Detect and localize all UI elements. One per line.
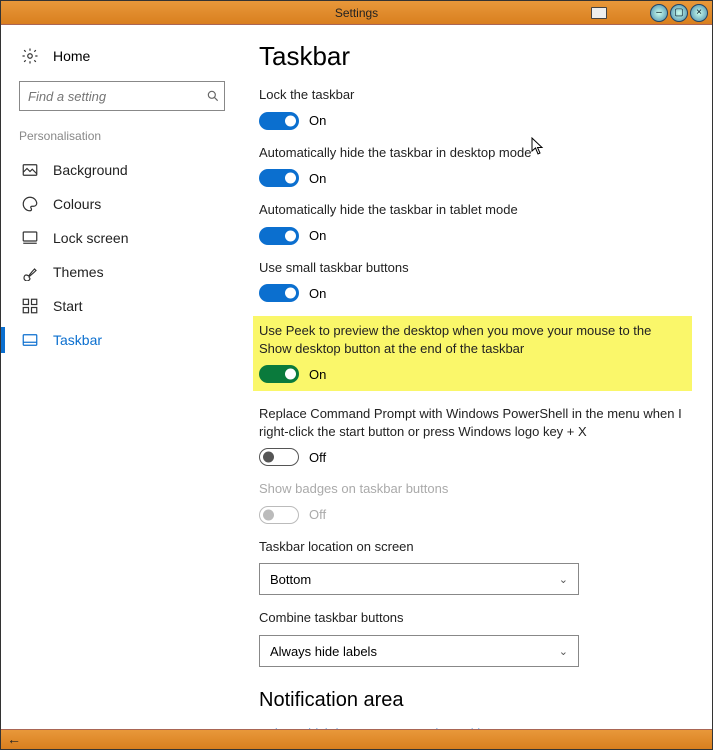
bottom-window-border: ←	[1, 729, 712, 749]
taskbar-icon	[21, 331, 39, 349]
setting-autohide-tablet: Automatically hide the taskbar in tablet…	[259, 201, 686, 245]
setting-label: Automatically hide the taskbar in deskto…	[259, 144, 686, 162]
toggle-state: Off	[309, 507, 326, 522]
title-bar: Settings – ▢ ×	[1, 1, 712, 25]
setting-label: Use Peek to preview the desktop when you…	[259, 322, 686, 357]
grid-icon	[21, 297, 39, 315]
setting-badges: Show badges on taskbar buttons Off	[259, 480, 686, 524]
sidebar-item-label: Lock screen	[53, 230, 128, 246]
back-arrow-icon[interactable]: ←	[7, 731, 21, 747]
picture-icon	[21, 161, 39, 179]
setting-lock-taskbar: Lock the taskbar On	[259, 86, 686, 130]
setting-label: Taskbar location on screen	[259, 538, 686, 556]
brush-icon	[21, 263, 39, 281]
toggle-state: On	[309, 367, 326, 382]
toggle-autohide-desktop[interactable]	[259, 169, 299, 187]
sidebar-item-label: Colours	[53, 196, 101, 212]
setting-combine: Combine taskbar buttons Always hide labe…	[259, 609, 686, 667]
setting-label: Use small taskbar buttons	[259, 259, 686, 277]
notification-area-title: Notification area	[259, 689, 686, 712]
toggle-peek[interactable]	[259, 365, 299, 383]
toggle-badges	[259, 506, 299, 524]
setting-autohide-desktop: Automatically hide the taskbar in deskto…	[259, 144, 686, 188]
sidebar-item-label: Themes	[53, 264, 104, 280]
setting-small-buttons: Use small taskbar buttons On	[259, 259, 686, 303]
minimize-button[interactable]: –	[650, 4, 668, 22]
monitor-icon	[21, 229, 39, 247]
sidebar-item-label: Start	[53, 298, 83, 314]
window-buttons: – ▢ ×	[650, 4, 708, 22]
page-title: Taskbar	[259, 41, 686, 72]
setting-location: Taskbar location on screen Bottom ⌄	[259, 538, 686, 596]
sidebar-item-label: Background	[53, 162, 128, 178]
sidebar-item-colours[interactable]: Colours	[1, 187, 243, 221]
toggle-state: On	[309, 113, 326, 128]
toggle-state: On	[309, 286, 326, 301]
sidebar-item-background[interactable]: Background	[1, 153, 243, 187]
toggle-state: On	[309, 171, 326, 186]
maximize-button[interactable]: ▢	[670, 4, 688, 22]
palette-icon	[21, 195, 39, 213]
toggle-autohide-tablet[interactable]	[259, 227, 299, 245]
setting-powershell: Replace Command Prompt with Windows Powe…	[259, 405, 686, 466]
dropdown-location[interactable]: Bottom ⌄	[259, 563, 579, 595]
close-button[interactable]: ×	[690, 4, 708, 22]
dropdown-value: Bottom	[270, 572, 311, 587]
toggle-state: On	[309, 228, 326, 243]
home-nav[interactable]: Home	[1, 43, 243, 81]
sidebar-item-themes[interactable]: Themes	[1, 255, 243, 289]
setting-peek: Use Peek to preview the desktop when you…	[253, 316, 692, 391]
search-icon	[206, 89, 220, 103]
dropdown-value: Always hide labels	[270, 644, 377, 659]
toggle-small-buttons[interactable]	[259, 284, 299, 302]
home-label: Home	[53, 48, 90, 64]
sidebar-item-lock-screen[interactable]: Lock screen	[1, 221, 243, 255]
setting-label: Show badges on taskbar buttons	[259, 480, 686, 498]
sidebar-group-label: Personalisation	[1, 127, 243, 153]
toggle-state: Off	[309, 450, 326, 465]
toggle-powershell[interactable]	[259, 448, 299, 466]
setting-label: Replace Command Prompt with Windows Powe…	[259, 405, 686, 440]
sidebar-item-start[interactable]: Start	[1, 289, 243, 323]
content-area: Taskbar Lock the taskbar On Automaticall…	[243, 25, 712, 729]
window-title: Settings	[335, 6, 378, 20]
setting-label: Lock the taskbar	[259, 86, 686, 104]
search-box[interactable]	[19, 81, 225, 111]
chevron-down-icon: ⌄	[559, 645, 568, 658]
chevron-down-icon: ⌄	[559, 573, 568, 586]
app-icon	[591, 7, 607, 19]
sidebar-item-label: Taskbar	[53, 332, 102, 348]
sidebar: Home Personalisation Background Colours …	[1, 25, 243, 729]
sidebar-item-taskbar[interactable]: Taskbar	[1, 323, 243, 357]
dropdown-combine[interactable]: Always hide labels ⌄	[259, 635, 579, 667]
search-input[interactable]	[28, 89, 206, 104]
setting-label: Combine taskbar buttons	[259, 609, 686, 627]
toggle-lock-taskbar[interactable]	[259, 112, 299, 130]
setting-label: Automatically hide the taskbar in tablet…	[259, 201, 686, 219]
gear-icon	[21, 47, 39, 65]
